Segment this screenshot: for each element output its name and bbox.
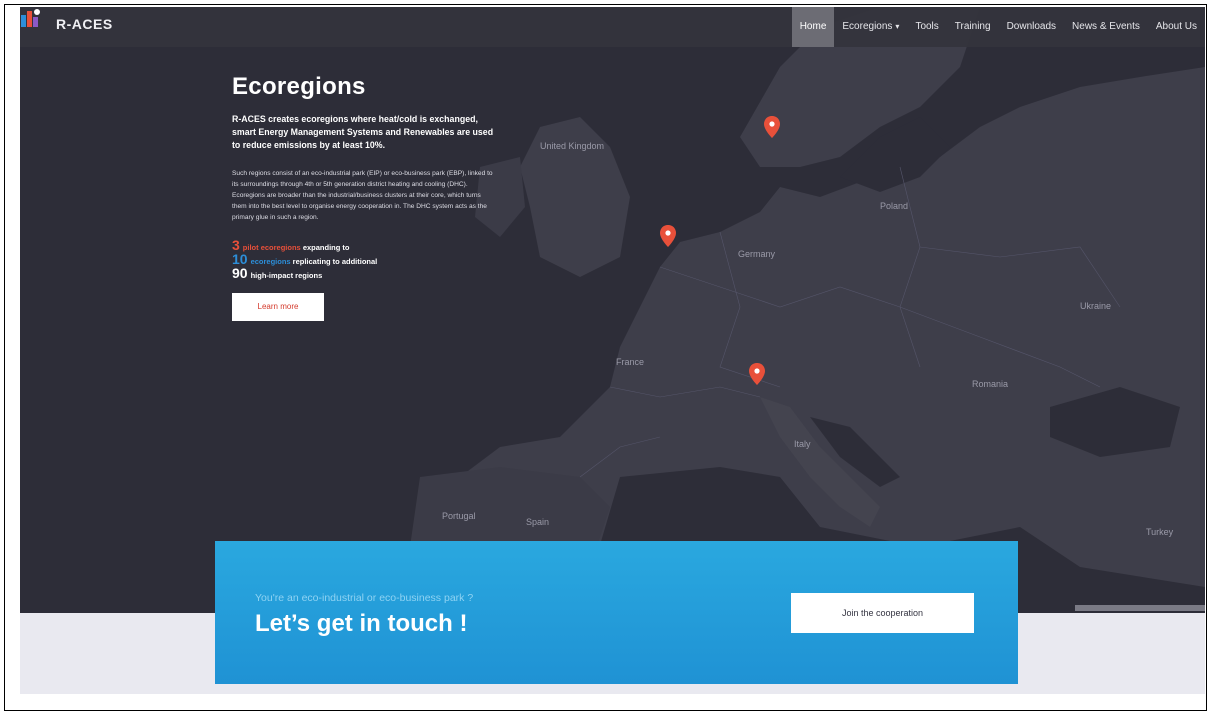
europe-map[interactable]: United Kingdom Germany Poland France Ukr…	[20, 7, 1205, 613]
map-label-germany: Germany	[738, 249, 776, 259]
stat-highlight: pilot ecoregions	[242, 243, 301, 252]
cta-subtitle: You're an eco-industrial or eco-business…	[255, 592, 474, 604]
stat-highlight: ecoregions	[250, 257, 291, 266]
page-canvas: United Kingdom Germany Poland France Ukr…	[20, 7, 1205, 694]
nav-about-us[interactable]: About Us	[1148, 7, 1205, 47]
stats-list: 3 pilot ecoregions expanding to 10 ecoregi…	[232, 238, 502, 281]
map-label-portugal: Portugal	[442, 511, 476, 521]
map-attribution[interactable]	[1075, 605, 1205, 611]
map-label-italy: Italy	[794, 439, 811, 449]
map-label-united: United Kingdom	[540, 141, 604, 151]
top-navbar: R-ACES Home Ecoregions ▾ Tools Training D…	[20, 7, 1205, 47]
cta-title: Let’s get in touch !	[255, 610, 468, 637]
map-label-spain: Spain	[526, 517, 549, 527]
nav-training[interactable]: Training	[947, 7, 999, 47]
stat-number: 90	[232, 265, 248, 281]
map-graphic: United Kingdom Germany Poland France Ukr…	[20, 7, 1205, 613]
learn-more-button[interactable]: Learn more	[232, 293, 324, 321]
map-label-romania: Romania	[972, 379, 1008, 389]
nav-tools[interactable]: Tools	[907, 7, 946, 47]
map-label-poland: Poland	[880, 201, 908, 211]
nav-home[interactable]: Home	[791, 7, 835, 47]
main-nav: Home Ecoregions ▾ Tools Training Download…	[791, 7, 1205, 47]
r-aces-logo-icon[interactable]	[20, 7, 42, 29]
hero-body: Such regions consist of an eco-industria…	[232, 170, 493, 221]
nav-news-events[interactable]: News & Events	[1064, 7, 1148, 47]
join-cooperation-button[interactable]: Join the cooperation	[791, 593, 974, 633]
chevron-down-icon: ▾	[895, 22, 900, 31]
nav-ecoregions[interactable]: Ecoregions ▾	[834, 7, 907, 47]
map-label-turkey: Turkey	[1146, 527, 1174, 537]
nav-downloads[interactable]: Downloads	[999, 7, 1064, 47]
brand-name[interactable]: R-ACES	[56, 16, 113, 32]
contact-cta-banner: You're an eco-industrial or eco-business…	[215, 541, 1018, 684]
map-label-france: France	[616, 357, 644, 367]
page-title: Ecoregions	[232, 73, 366, 100]
hero-lead: R-ACES creates ecoregions where heat/col…	[232, 114, 494, 150]
stat-text: replicating to additional	[290, 257, 378, 266]
stat-text: expanding to	[300, 243, 350, 252]
stat-pilot: 3 pilot ecoregions expanding to	[232, 238, 502, 253]
nav-ecoregions-label: Ecoregions	[842, 21, 893, 32]
stat-regions: 90 high-impact regions	[232, 265, 502, 281]
browser-frame: United Kingdom Germany Poland France Ukr…	[4, 4, 1207, 711]
stat-ecoregions: 10 ecoregions replicating to additional	[232, 252, 502, 267]
stat-text: high-impact regions	[250, 271, 323, 280]
map-label-ukraine: Ukraine	[1080, 301, 1111, 311]
hero-panel: Ecoregions R-ACES creates ecoregions whe…	[232, 73, 502, 321]
